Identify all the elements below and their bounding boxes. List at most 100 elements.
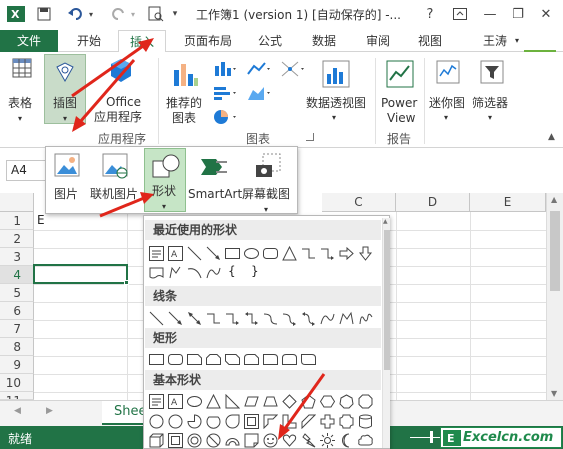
column-chart-icon[interactable] [212,60,238,78]
rectangle-icon[interactable] [149,352,164,367]
down-arrow-icon[interactable] [358,246,373,261]
save-icon[interactable] [34,4,54,24]
help-button[interactable]: ? [420,4,440,24]
half-frame-icon[interactable] [263,414,278,429]
teardrop-icon[interactable] [225,414,240,429]
no-symbol-icon[interactable] [206,433,221,448]
scroll-thumb[interactable] [550,211,560,291]
elbow-connector-icon[interactable] [206,311,221,326]
office-apps-button[interactable]: Office 应用程序 [92,56,148,128]
row-header-8[interactable]: 8 [0,338,34,356]
chord-icon[interactable] [206,414,221,429]
tab-home[interactable]: 开始 [66,30,112,52]
row-header-3[interactable]: 3 [0,248,34,266]
curved-arrow-icon[interactable] [282,311,297,326]
tab-formulas[interactable]: 公式 [248,30,292,52]
collapse-ribbon-icon[interactable]: ▲ [548,132,555,142]
snip-diagonal-rectangle-icon[interactable] [225,352,240,367]
close-button[interactable]: ✕ [534,4,558,24]
column-header-d[interactable]: D [396,193,470,212]
tab-view[interactable]: 视图 [408,30,452,52]
row-header-7[interactable]: 7 [0,320,34,338]
oval-icon[interactable] [187,394,202,409]
tab-page-layout[interactable]: 页面布局 [176,30,240,52]
sheet-tab-1[interactable]: Shee [102,401,146,425]
l-shape-icon[interactable] [282,414,297,429]
gallery-scroll-thumb[interactable] [384,230,390,370]
dodecagon-icon[interactable] [168,414,183,429]
donut-icon[interactable] [187,433,202,448]
recommended-charts-button[interactable]: 推荐的 图表 [162,56,208,128]
double-arrow-line-icon[interactable] [187,311,202,326]
ribbon-display-icon[interactable] [450,4,470,24]
arc-icon[interactable] [187,265,202,280]
smartart-button[interactable]: SmartArt [188,151,242,209]
user-menu-chevron-icon[interactable]: ▾ [512,30,522,52]
pie-chart-icon[interactable] [212,108,238,126]
row-header-11[interactable]: 11 [0,392,34,400]
tab-insert[interactable]: 插入 [118,30,166,53]
oval-icon[interactable] [244,246,259,261]
redo-dropdown-icon[interactable]: ▾ [128,4,138,24]
tab-data[interactable]: 数据 [302,30,346,52]
row-header-4[interactable]: 4 [0,266,34,284]
vertical-scrollbar[interactable]: ▲ ▼ [546,193,563,403]
select-all-corner[interactable] [0,193,34,212]
row-header-10[interactable]: 10 [0,374,34,392]
scribble-icon[interactable] [358,311,373,326]
undo-dropdown-icon[interactable]: ▾ [86,4,96,24]
scroll-down-icon[interactable]: ▼ [551,389,557,398]
sheet-nav-right-icon[interactable]: ▶ [46,406,53,416]
line-shape-icon[interactable] [149,311,164,326]
elbow-arrow-icon[interactable] [320,246,335,261]
frame-icon[interactable] [244,414,259,429]
curve-icon[interactable] [206,265,221,280]
trapezoid-icon[interactable] [263,394,278,409]
row-header-9[interactable]: 9 [0,356,34,374]
arrow-line-icon[interactable] [206,246,221,261]
arrow-line-icon[interactable] [168,311,183,326]
vertical-text-box-icon[interactable]: A [168,246,183,261]
undo-icon[interactable] [66,4,86,24]
cell-a1[interactable]: E [37,213,45,227]
filters-button[interactable]: 筛选器 ▾ [470,56,514,122]
minimize-button[interactable]: — [478,4,502,24]
left-brace-icon[interactable]: { [228,264,243,279]
cloud-icon[interactable] [358,433,373,448]
sun-icon[interactable] [320,433,335,448]
freeform-icon[interactable] [168,265,183,280]
scatter-chart-icon[interactable] [280,60,306,78]
elbow-arrow-icon[interactable] [225,311,240,326]
decagon-icon[interactable] [149,414,164,429]
octagon-icon[interactable] [358,394,373,409]
plaque-icon[interactable] [339,414,354,429]
restore-button[interactable]: ❐ [506,4,530,24]
shapes-button[interactable]: 形状 ▾ [144,148,186,212]
hexagon-icon[interactable] [320,394,335,409]
right-brace-icon[interactable]: } [251,264,266,279]
elbow-double-arrow-icon[interactable] [244,311,259,326]
column-header-e[interactable]: E [470,193,546,212]
heptagon-icon[interactable] [339,394,354,409]
sheet-nav-left-icon[interactable]: ◀ [14,406,21,416]
charts-dialog-launcher-icon[interactable] [306,133,314,141]
pivotchart-button[interactable]: 数据透视图 ▾ [304,56,368,122]
line-shape-icon[interactable] [187,246,202,261]
pentagon-icon[interactable] [301,394,316,409]
illustrations-button[interactable]: 插图 ▾ [44,54,86,124]
gallery-scrollbar[interactable]: ▲ [382,218,390,448]
tab-review[interactable]: 审阅 [356,30,400,52]
area-chart-icon[interactable] [246,84,272,102]
customize-qat-icon[interactable]: ▾ [168,4,182,24]
cube-icon[interactable] [149,433,164,448]
row-header-5[interactable]: 5 [0,284,34,302]
round-same-side-rectangle-icon[interactable] [282,352,297,367]
row-header-2[interactable]: 2 [0,230,34,248]
powerview-button[interactable]: Power View [378,56,422,128]
round-corner-rectangle-icon[interactable] [263,352,278,367]
moon-icon[interactable] [339,433,354,448]
table-button[interactable]: 表格 ▾ [4,56,40,123]
online-pictures-button[interactable]: 联机图片 [90,151,142,209]
snip-same-side-rectangle-icon[interactable] [206,352,221,367]
curved-double-arrow-icon[interactable] [301,311,316,326]
